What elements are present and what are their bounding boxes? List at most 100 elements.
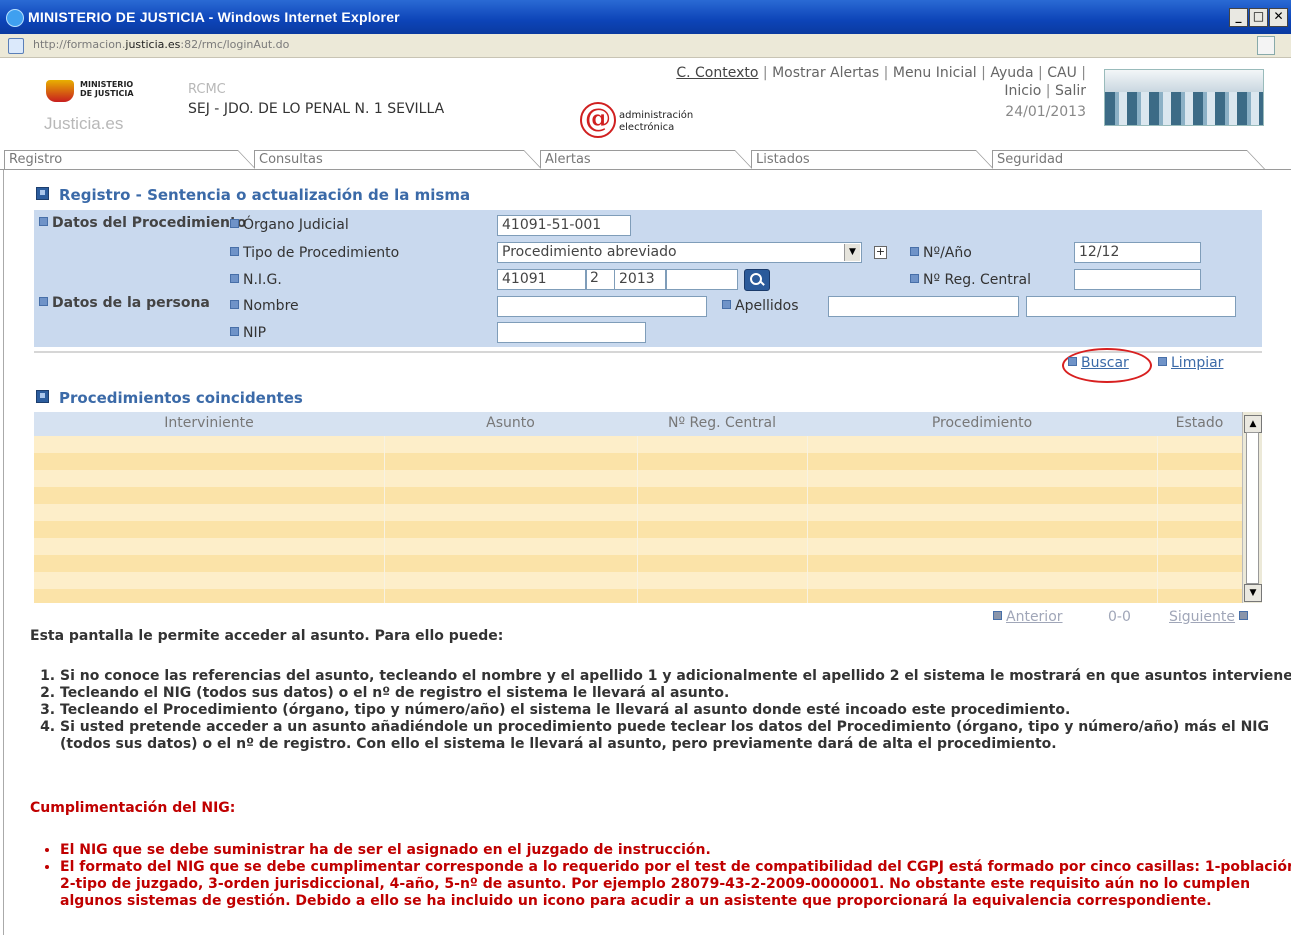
bullet-icon [230, 218, 239, 228]
left-frame-edge [0, 170, 4, 935]
pager-prev[interactable]: Anterior [993, 609, 1063, 625]
scroll-up-icon[interactable]: ▲ [1244, 415, 1262, 433]
tab-listados[interactable]: Listados [751, 150, 994, 169]
bullet-icon [39, 216, 48, 226]
address-bar[interactable]: http://formacion.justicia.es:82/rmc/logi… [0, 34, 1291, 58]
table-row[interactable] [34, 572, 1242, 589]
nig-help-item: El NIG que se debe suministrar ha de ser… [60, 842, 1291, 859]
bullet-icon [230, 246, 239, 256]
col-estado[interactable]: Estado [1157, 415, 1242, 431]
url-text[interactable]: http://formacion.justicia.es:82/rmc/logi… [33, 38, 289, 51]
apellidos-label: Apellidos [722, 298, 799, 314]
bullet-icon [39, 296, 48, 306]
tab-seguridad[interactable]: Seguridad [992, 150, 1265, 169]
col-asunto[interactable]: Asunto [384, 415, 637, 431]
alertas-link[interactable]: Mostrar Alertas [772, 65, 879, 81]
prev-arrow-icon [993, 610, 1002, 620]
nip-input[interactable] [497, 322, 646, 343]
col-procedimiento[interactable]: Procedimiento [807, 415, 1157, 431]
col-reg-central[interactable]: Nº Reg. Central [637, 415, 807, 431]
add-procedimiento-icon[interactable]: + [874, 246, 887, 259]
cau-link[interactable]: CAU [1047, 65, 1077, 81]
bullet-icon [1068, 356, 1077, 366]
scroll-down-icon[interactable]: ▼ [1244, 584, 1262, 602]
nig-assistant-search-icon[interactable] [744, 269, 770, 291]
help-item: Tecleando el NIG (todos sus datos) o el … [60, 685, 1291, 702]
numero-anio-input[interactable]: 12/12 [1074, 242, 1201, 263]
admin-electronica-text: administración electrónica [619, 110, 694, 133]
table-row[interactable] [34, 589, 1242, 603]
help-item: Si usted pretende acceder a un asunto añ… [60, 719, 1291, 753]
court-name: SEJ - JDO. DE LO PENAL N. 1 SEVILLA [188, 101, 445, 117]
nig-anio-input[interactable]: 2013 [614, 269, 666, 290]
scroll-track[interactable] [1246, 432, 1259, 584]
bullet-icon [910, 246, 919, 256]
maximize-button[interactable]: □ [1249, 8, 1268, 27]
column-divider [1157, 436, 1158, 603]
bullet-icon [1158, 356, 1167, 366]
window-titlebar: MINISTERIO DE JUSTICIA - Windows Interne… [0, 0, 1291, 34]
table-row[interactable] [34, 487, 1242, 504]
nombre-input[interactable] [497, 296, 707, 317]
menu-inicial-link[interactable]: Menu Inicial [893, 65, 977, 81]
apellido1-input[interactable] [828, 296, 1019, 317]
help-item: Tecleando el Procedimiento (órgano, tipo… [60, 702, 1291, 719]
nig-asunto-input[interactable] [666, 269, 738, 290]
table-row[interactable] [34, 470, 1242, 487]
tab-divider [0, 169, 1291, 170]
minimize-button[interactable]: _ [1229, 8, 1248, 27]
tipo-procedimiento-select[interactable]: Procedimiento abreviado ▼ [497, 242, 862, 263]
column-divider [384, 436, 385, 603]
tab-registro[interactable]: Registro [4, 150, 256, 169]
reg-central-input[interactable] [1074, 269, 1201, 290]
table-row[interactable] [34, 521, 1242, 538]
apellido2-input[interactable] [1026, 296, 1236, 317]
organo-input[interactable]: 41091-51-001 [497, 215, 631, 236]
chevron-down-icon[interactable]: ▼ [844, 244, 860, 261]
group-procedimiento-label: Datos del Procedimiento [39, 215, 246, 232]
limpiar-button[interactable]: Limpiar [1158, 355, 1223, 371]
help-item: Si no conoce las referencias del asunto,… [60, 668, 1291, 685]
ayuda-link[interactable]: Ayuda [990, 65, 1033, 81]
bullet-icon [910, 273, 919, 283]
table-row[interactable] [34, 436, 1242, 453]
justicia-logo[interactable]: Justicia.es [44, 114, 123, 134]
app-name: RCMC [188, 82, 226, 97]
inicio-link[interactable]: Inicio [1004, 83, 1041, 99]
pager-next[interactable]: Siguiente [1169, 609, 1252, 625]
registro-section-title: Registro - Sentencia o actualización de … [36, 186, 470, 204]
results-table: Interviniente Asunto Nº Reg. Central Pro… [34, 412, 1262, 603]
results-scrollbar[interactable]: ▲ ▼ [1242, 412, 1262, 603]
numero-anio-label: Nº/Año [910, 245, 972, 261]
table-row[interactable] [34, 538, 1242, 555]
col-interviniente[interactable]: Interviniente [34, 415, 384, 431]
bullet-icon [230, 299, 239, 309]
table-row[interactable] [34, 504, 1242, 521]
resultados-section-title: Procedimientos coincidentes [36, 389, 303, 407]
nip-label: NIP [230, 325, 266, 341]
column-divider [807, 436, 808, 603]
ie-icon [6, 9, 24, 27]
nig-orden-input[interactable]: 2 [586, 269, 616, 290]
top-links: C. Contexto | Mostrar Alertas | Menu Ini… [676, 65, 1086, 99]
tab-alertas[interactable]: Alertas [540, 150, 753, 169]
nig-poblacion-input[interactable]: 41091 [497, 269, 586, 290]
bullet-icon [230, 326, 239, 336]
close-button[interactable]: ✕ [1269, 8, 1288, 27]
table-row[interactable] [34, 555, 1242, 572]
buscar-button[interactable]: Buscar [1068, 355, 1129, 371]
contexto-link[interactable]: C. Contexto [676, 65, 758, 81]
refresh-icon[interactable] [1257, 36, 1275, 55]
group-persona-label: Datos de la persona [39, 295, 210, 312]
reg-central-label: Nº Reg. Central [910, 272, 1031, 288]
help-list: Si no conoce las referencias del asunto,… [30, 668, 1291, 753]
table-row[interactable] [34, 453, 1242, 470]
admin-electronica-icon: @ [580, 102, 616, 138]
nig-label: N.I.G. [230, 272, 282, 288]
section-icon [36, 187, 49, 200]
salir-link[interactable]: Salir [1055, 83, 1086, 99]
nig-help-list: El NIG que se debe suministrar ha de ser… [30, 842, 1291, 910]
building-banner-image [1104, 69, 1264, 126]
nig-help-title: Cumplimentación del NIG: [30, 800, 236, 816]
tab-consultas[interactable]: Consultas [254, 150, 542, 169]
